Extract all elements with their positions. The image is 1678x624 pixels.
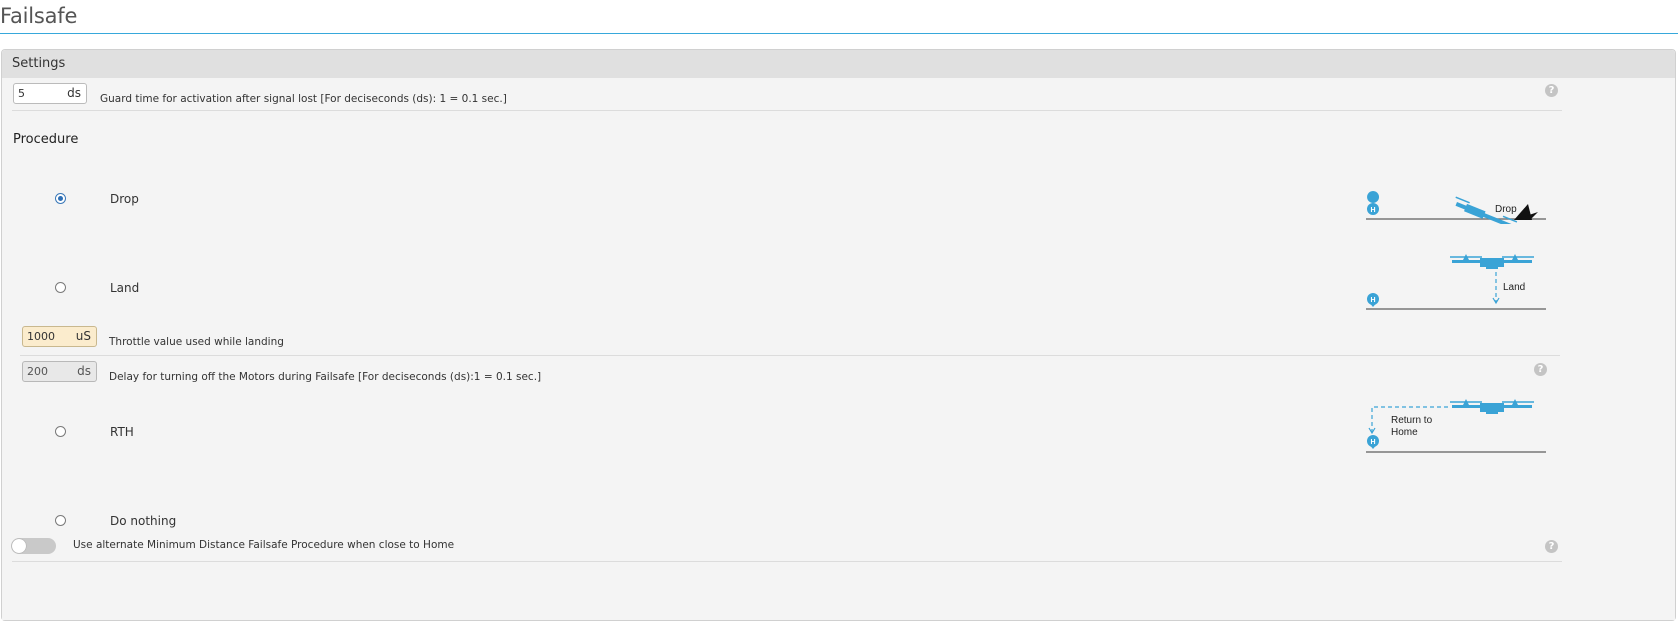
motor-delay-unit: ds — [77, 364, 91, 378]
panel-header: Settings — [2, 50, 1675, 78]
throttle-input[interactable]: 1000 uS — [22, 326, 97, 347]
divider — [12, 110, 1562, 111]
throttle-description: Throttle value used while landing — [109, 336, 284, 348]
procedure-title: Procedure — [13, 132, 79, 147]
guard-time-description: Guard time for activation after signal l… — [100, 93, 507, 105]
min-distance-help-icon[interactable]: ? — [1545, 540, 1558, 553]
home-marker-icon: H — [1367, 191, 1380, 216]
motor-delay-input[interactable]: 200 ds — [22, 361, 97, 382]
min-distance-toggle[interactable] — [11, 538, 56, 554]
divider — [20, 355, 1560, 356]
svg-text:H: H — [1371, 439, 1376, 446]
motor-delay-value: 200 — [27, 365, 48, 378]
guard-time-input[interactable]: 5 ds — [13, 83, 87, 104]
svg-text:H: H — [1371, 297, 1376, 304]
settings-panel: Settings 5 ds Guard time for activation … — [1, 49, 1676, 621]
do-nothing-label: Do nothing — [110, 514, 177, 528]
throttle-unit: uS — [75, 329, 91, 343]
guard-time-value: 5 — [18, 87, 25, 100]
drone-icon — [1450, 254, 1534, 269]
guard-time-unit: ds — [67, 86, 81, 100]
min-distance-label: Use alternate Minimum Distance Failsafe … — [73, 539, 455, 551]
rth-illustration: H Return to Home — [1366, 399, 1546, 453]
page-title: Failsafe — [0, 4, 78, 28]
drone-icon — [1450, 399, 1534, 414]
panel-body: 5 ds Guard time for activation after sig… — [2, 78, 1675, 620]
motor-delay-help-icon[interactable]: ? — [1534, 363, 1547, 376]
home-marker-icon: H — [1367, 293, 1379, 307]
drop-label: Drop — [110, 192, 139, 206]
home-marker-icon: H — [1367, 435, 1379, 449]
do-nothing-radio[interactable] — [55, 515, 66, 526]
drop-radio[interactable] — [55, 193, 66, 204]
throttle-value: 1000 — [27, 330, 55, 343]
svg-text:H: H — [1371, 207, 1376, 214]
land-label: Land — [110, 281, 140, 295]
motor-delay-description: Delay for turning off the Motors during … — [109, 371, 542, 383]
rth-label: RTH — [110, 425, 134, 439]
land-illustration: H Land — [1366, 254, 1546, 310]
rth-illustration-label-line2: Home — [1391, 427, 1418, 438]
land-radio[interactable] — [55, 282, 66, 293]
drop-illustration: H Drop — [1366, 191, 1546, 224]
guard-time-help-icon[interactable]: ? — [1545, 84, 1558, 97]
drop-illustration-label: Drop — [1495, 204, 1517, 215]
rth-illustration-label-line1: Return to — [1391, 415, 1433, 426]
toggle-knob — [12, 539, 26, 553]
title-divider — [0, 33, 1678, 34]
rth-radio[interactable] — [55, 426, 66, 437]
divider — [12, 561, 1562, 562]
land-illustration-label: Land — [1503, 282, 1525, 293]
